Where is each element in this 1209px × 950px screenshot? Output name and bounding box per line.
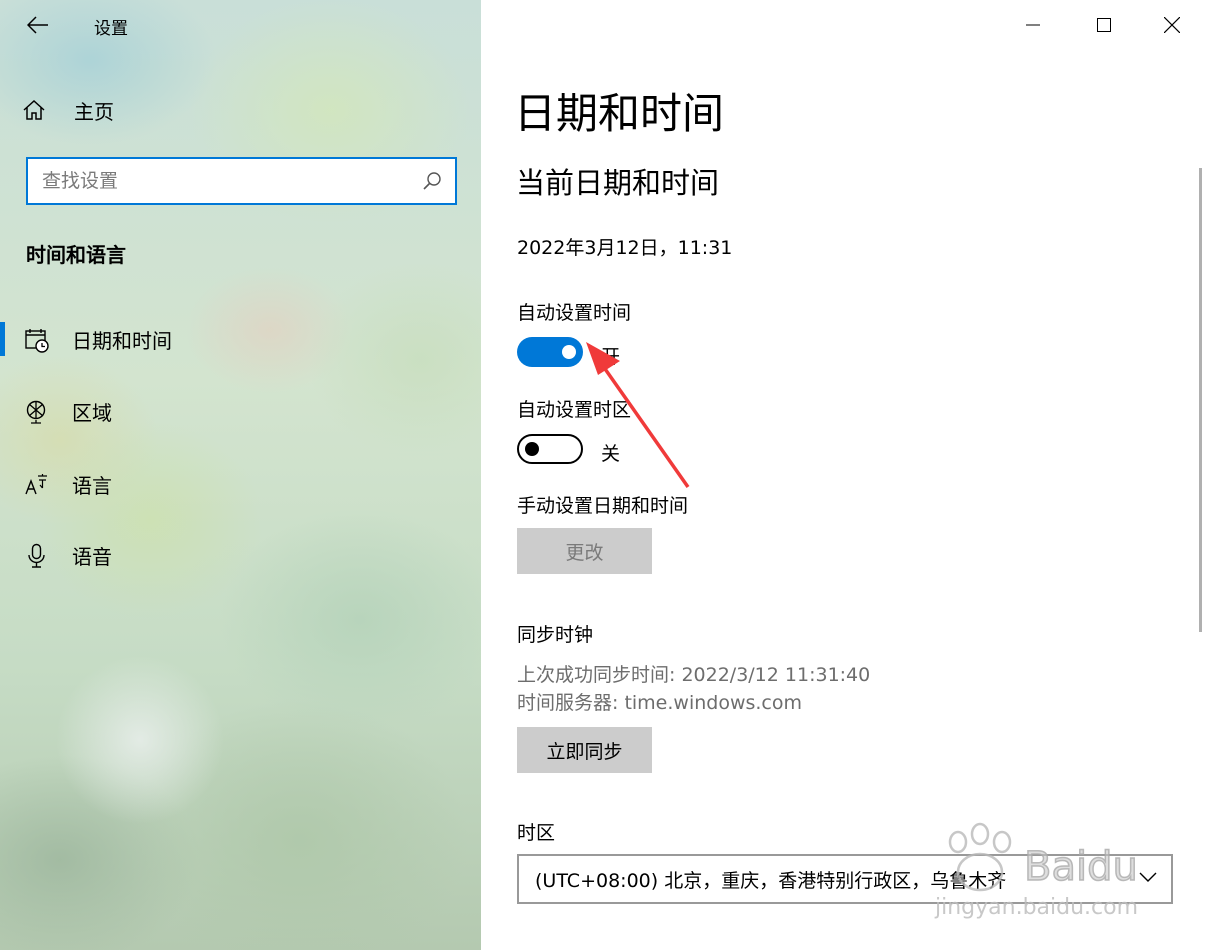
timezone-label: 时区 (517, 822, 556, 844)
navigation-pane: 设置 主页 时间和语言 日期和时间 (0, 0, 481, 950)
auto-timezone-toggle[interactable] (517, 434, 583, 464)
sidebar-item-region[interactable]: 区域 (0, 386, 481, 436)
auto-timezone-label: 自动设置时区 (517, 399, 632, 421)
time-server-text: 时间服务器: time.windows.com (517, 692, 803, 714)
auto-time-state: 开 (601, 346, 621, 368)
maximize-icon (1097, 18, 1111, 32)
search-box[interactable] (26, 157, 457, 205)
globe-icon (24, 399, 50, 425)
sidebar-item-speech[interactable]: 语音 (0, 530, 481, 580)
change-button[interactable]: 更改 (517, 528, 652, 574)
language-icon (24, 472, 50, 498)
home-nav-item[interactable]: 主页 (22, 90, 322, 130)
current-datetime-value: 2022年3月12日，11:31 (517, 237, 733, 259)
sidebar-item-label: 日期和时间 (72, 328, 172, 353)
watermark-text: jingyan.baidu.com (935, 895, 1139, 920)
minimize-icon (1026, 24, 1040, 26)
sidebar-item-language[interactable]: 语言 (0, 459, 481, 509)
sync-now-button[interactable]: 立即同步 (517, 727, 652, 773)
manual-datetime-label: 手动设置日期和时间 (517, 495, 689, 517)
sync-heading: 同步时钟 (517, 624, 594, 646)
close-icon (1164, 17, 1180, 33)
back-arrow-icon (27, 16, 48, 34)
sidebar-item-label: 区域 (72, 400, 112, 425)
auto-time-label: 自动设置时间 (517, 302, 632, 324)
close-button[interactable] (1149, 2, 1195, 48)
sidebar-item-label: 语言 (72, 473, 112, 498)
back-button[interactable] (18, 6, 58, 44)
microphone-icon (24, 543, 50, 569)
scrollbar[interactable] (1199, 168, 1202, 632)
section-title: 时间和语言 (26, 243, 126, 267)
home-icon (23, 99, 45, 120)
sidebar-item-date-time[interactable]: 日期和时间 (0, 314, 481, 364)
auto-time-toggle[interactable] (517, 337, 583, 367)
sidebar-item-label: 语音 (72, 544, 112, 569)
home-label: 主页 (74, 99, 114, 124)
toggle-knob (525, 442, 539, 456)
minimize-button[interactable] (1010, 2, 1056, 48)
toggle-knob (562, 345, 576, 359)
app-title: 设置 (94, 19, 128, 39)
page-title: 日期和时间 (514, 89, 725, 138)
last-sync-text: 上次成功同步时间: 2022/3/12 11:31:40 (517, 664, 871, 686)
search-icon[interactable] (421, 170, 443, 192)
content-pane: 日期和时间 当前日期和时间 2022年3月12日，11:31 自动设置时间 开 … (481, 0, 1209, 950)
search-input[interactable] (42, 170, 412, 192)
maximize-button[interactable] (1081, 2, 1127, 48)
svg-text:Baidu: Baidu (1024, 844, 1138, 890)
auto-timezone-state: 关 (601, 443, 621, 465)
calendar-clock-icon (24, 327, 50, 353)
current-datetime-heading: 当前日期和时间 (516, 166, 720, 200)
